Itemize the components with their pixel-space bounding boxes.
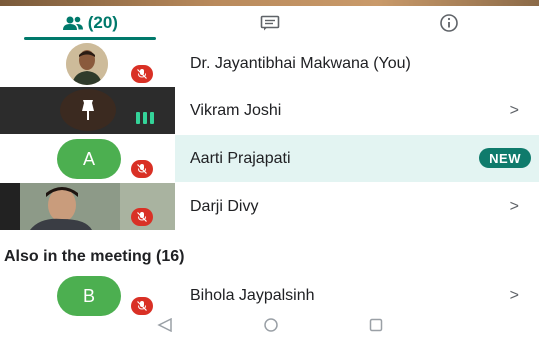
mic-off-icon: [131, 297, 153, 315]
recents-square-icon[interactable]: [369, 318, 383, 337]
back-triangle-icon[interactable]: [156, 317, 173, 337]
home-circle-icon[interactable]: [263, 317, 279, 338]
people-count: (20): [87, 13, 118, 32]
tab-bar: (20): [0, 6, 539, 40]
chevron-right-icon[interactable]: >: [510, 198, 519, 216]
participant-row[interactable]: A Aarti Prajapati NEW: [0, 135, 539, 182]
participant-row[interactable]: Darji Divy >: [0, 183, 539, 230]
tab-chat[interactable]: [180, 6, 360, 40]
chat-icon: [260, 15, 280, 31]
tab-people[interactable]: (20): [0, 6, 180, 40]
mic-off-icon: [131, 208, 153, 226]
mic-off-icon: [131, 160, 153, 178]
participant-tile: [0, 183, 175, 230]
participant-tile: A: [0, 135, 175, 182]
people-icon: [62, 15, 84, 31]
chevron-right-icon[interactable]: >: [510, 287, 519, 305]
section-title: Also in the meeting (16): [4, 248, 185, 265]
mic-off-icon: [131, 65, 153, 83]
participant-row[interactable]: B Bihola Jaypalsinh >: [0, 272, 539, 319]
info-icon: [439, 13, 459, 33]
participant-name: Aarti Prajapati: [190, 149, 291, 167]
avatar: [66, 43, 108, 85]
participant-tile: [0, 87, 175, 134]
chevron-right-icon[interactable]: >: [510, 102, 519, 120]
participant-row[interactable]: Dr. Jayantibhai Makwana (You): [0, 40, 539, 87]
system-nav-bar: [0, 316, 539, 338]
participant-name: Vikram Joshi: [190, 101, 282, 119]
speaking-indicator-icon: [136, 112, 154, 124]
participant-name: Dr. Jayantibhai Makwana (You): [190, 54, 411, 72]
participant-name: Bihola Jaypalsinh: [190, 286, 315, 304]
participant-row[interactable]: Vikram Joshi >: [0, 87, 539, 134]
avatar: [60, 89, 116, 131]
avatar: A: [57, 139, 121, 179]
participant-name: Darji Divy: [190, 197, 259, 215]
new-badge: NEW: [479, 148, 531, 168]
avatar: B: [57, 276, 121, 316]
participant-tile: [0, 40, 175, 87]
tab-info[interactable]: [359, 6, 539, 40]
participant-tile: B: [0, 272, 175, 319]
